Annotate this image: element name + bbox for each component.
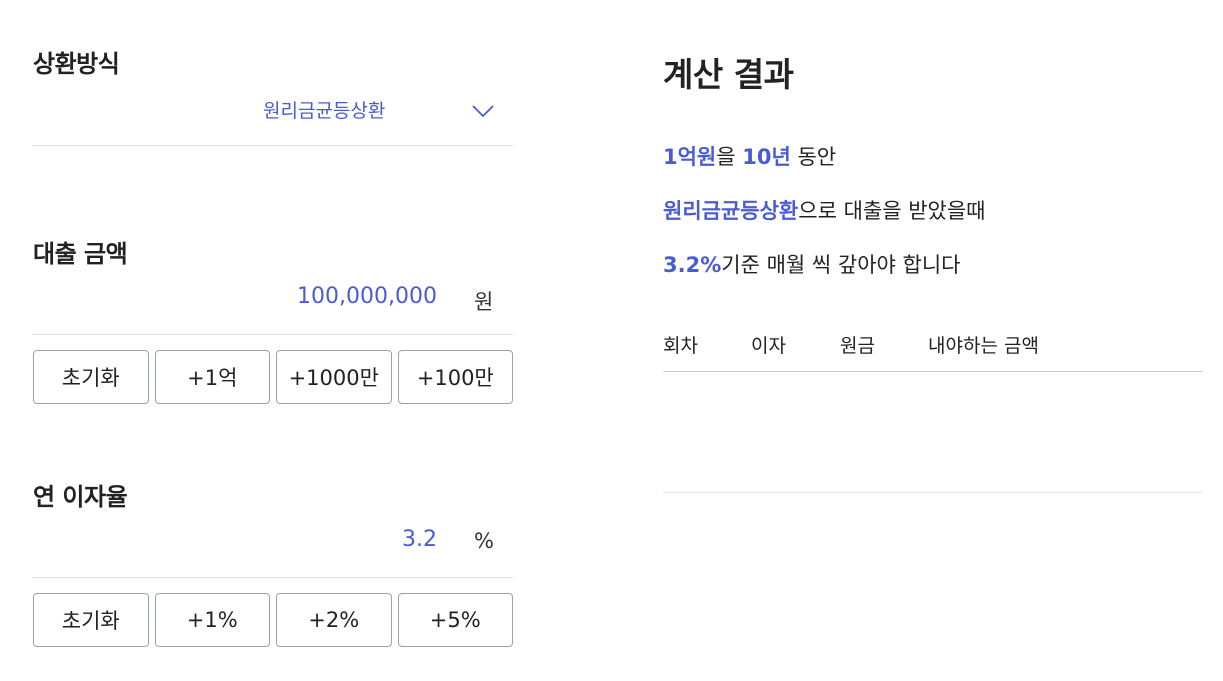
result-loan-amount: 1억원 [663, 145, 717, 169]
repayment-method-select[interactable]: 원리금균등상환 [33, 60, 513, 146]
schedule-table-header: 회차 이자 원금 내야하는 금액 [663, 330, 1203, 372]
loan-add-1m-button[interactable]: +100만 [397, 350, 513, 404]
rate-add-1-button[interactable]: +1% [154, 593, 270, 647]
loan-amount-buttons: 초기화 +1억 +1000만 +100만 [33, 350, 513, 404]
loan-amount-title: 대출 금액 [33, 240, 128, 268]
loan-amount-input[interactable]: 100,000,000 [297, 284, 437, 309]
rate-reset-button[interactable]: 초기화 [33, 593, 149, 647]
result-line3-text: 기준 매월 씩 갚아야 합니다 [721, 253, 961, 277]
loan-amount-field[interactable]: 100,000,000 원 [33, 270, 513, 335]
chevron-down-icon[interactable] [471, 103, 495, 119]
result-summary-line-2: 원리금균등상환으로 대출을 받았을때 [663, 195, 985, 225]
interest-rate-input[interactable]: 3.2 [402, 527, 437, 552]
result-line2-text: 으로 대출을 받았을때 [798, 199, 986, 223]
result-line1-text-b: 동안 [790, 145, 837, 169]
schedule-table-body [663, 372, 1203, 493]
loan-amount-unit: 원 [474, 290, 494, 314]
loan-add-100m-button[interactable]: +1억 [154, 350, 270, 404]
interest-rate-buttons: 초기화 +1% +2% +5% [33, 593, 513, 647]
result-interest-rate: 3.2% [663, 253, 722, 277]
result-title: 계산 결과 [663, 55, 794, 94]
header-payment: 내야하는 금액 [928, 335, 1039, 357]
interest-rate-unit: % [474, 529, 494, 553]
header-interest: 이자 [751, 335, 786, 357]
interest-rate-field[interactable]: 3.2 % [33, 513, 513, 578]
loan-add-10m-button[interactable]: +1000만 [276, 350, 392, 404]
result-summary-line-3: 3.2%기준 매월 씩 갚아야 합니다 [663, 249, 960, 279]
loan-reset-button[interactable]: 초기화 [33, 350, 149, 404]
result-summary-line-1: 1억원을 10년 동안 [663, 141, 836, 171]
result-loan-years: 10년 [742, 145, 791, 169]
interest-rate-title: 연 이자율 [33, 483, 128, 511]
header-principal: 원금 [840, 335, 875, 357]
repayment-method-value[interactable]: 원리금균등상환 [263, 96, 385, 123]
result-line1-text-a: 을 [716, 145, 743, 169]
header-installment: 회차 [663, 335, 698, 357]
result-repayment-method: 원리금균등상환 [663, 199, 799, 223]
rate-add-5-button[interactable]: +5% [397, 593, 513, 647]
rate-add-2-button[interactable]: +2% [276, 593, 392, 647]
